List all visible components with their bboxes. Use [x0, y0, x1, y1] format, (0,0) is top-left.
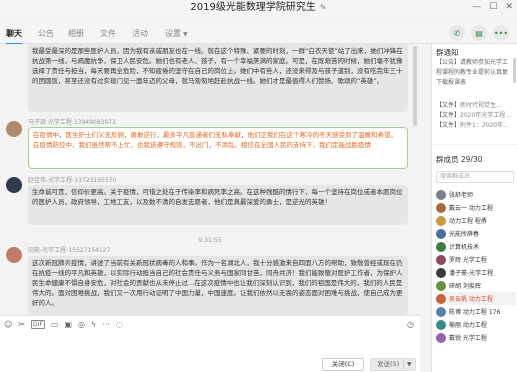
- close-button[interactable]: 关闭(C): [322, 358, 364, 371]
- title-bar: 2019级光能数理学院研究生 ✎ — ☐ ✕: [0, 0, 517, 16]
- tab-settings[interactable]: 设置 ▼: [165, 28, 188, 39]
- message-composer[interactable]: ☺ ✂ GIF ▭ ▣ ◎ ϟ ··· ◌ ◷ 关闭(C) 发送(S) ▼: [0, 315, 420, 372]
- file-item[interactable]: 【文件】附件1：2020年...: [436, 121, 514, 131]
- tab-files[interactable]: 文件: [100, 28, 116, 39]
- phone-icon[interactable]: ✆: [449, 25, 465, 41]
- history-icon[interactable]: ◷: [407, 320, 414, 329]
- avatar[interactable]: [6, 121, 22, 137]
- avatar: [436, 189, 446, 200]
- notice-title: 群通知: [436, 48, 459, 57]
- minimize-icon[interactable]: —: [472, 2, 481, 12]
- member-item[interactable]: 戴锐 光学工程: [436, 331, 516, 344]
- emoji-icon[interactable]: ☺: [4, 320, 12, 329]
- member-item[interactable]: 研胡 刘俊辉: [436, 279, 516, 292]
- tab-activity[interactable]: 活动: [132, 28, 148, 39]
- member-name: 张舒老师: [449, 192, 474, 199]
- avatar: [436, 267, 446, 278]
- message-timestamp: 9:31:55: [198, 237, 222, 244]
- member-name: 陈博 动力工程 176: [449, 309, 501, 316]
- member-item[interactable]: 吴云帆 动力工程: [436, 292, 516, 305]
- member-item[interactable]: 计算机技术: [436, 240, 516, 253]
- chat-bubble-icon[interactable]: ▤: [471, 25, 487, 41]
- window-title: 2019级光能数理学院研究生: [190, 2, 316, 13]
- member-name: 潘子豪-光学工程: [449, 270, 494, 277]
- group-info-panel: 群通知 【公告】请教师参加光学工程课程的教专业提前认真复下载报课表 【文件】新时…: [431, 44, 517, 372]
- member-item[interactable]: 陈博 动力工程 176: [436, 305, 516, 318]
- chat-history[interactable]: 我最受最深的是那些医护人员，因为我有亲戚朋友也在一线。就在这个特殊、紧要的时刻，…: [0, 44, 420, 315]
- send-button[interactable]: 发送(S) ▼: [370, 358, 416, 371]
- member-item[interactable]: 罗辉 光学工程: [436, 253, 516, 266]
- message-bubble[interactable]: 这次新冠肺炎疫情，讲述了当前有关新冠状病毒的人和事。作为一名湖北人，我十分感激来…: [28, 256, 408, 315]
- file-item[interactable]: 【文件】新时代视觉生...: [436, 101, 514, 111]
- message-bubble[interactable]: 我最受最深的是那些医护人员，因为我有亲戚朋友也在一线。就在这个特殊、紧要的时刻，…: [28, 44, 408, 112]
- tab-bar: 聊天 公告 相册 文件 活动 设置 ▼ ✆ ▤ •••: [0, 24, 517, 45]
- tab-notice[interactable]: 公告: [38, 28, 54, 39]
- window-controls: — ☐ ✕: [472, 2, 513, 12]
- notice-scrollbar[interactable]: [513, 58, 516, 83]
- chat-scrollbar[interactable]: [413, 46, 417, 126]
- member-item[interactable]: 动力工程 程勇: [436, 214, 516, 227]
- file-item[interactable]: 【文件】2020年光学工程...: [436, 111, 514, 121]
- avatar: [436, 319, 446, 330]
- member-item[interactable]: 张舒老师: [436, 188, 516, 201]
- send-button-label: 发送(S): [377, 360, 400, 368]
- group-notice[interactable]: 【公告】请教师参加光学工程课程的教专业提前认真复下载报课表: [436, 58, 508, 88]
- folder-icon[interactable]: ▭: [51, 320, 59, 329]
- avatar: [436, 293, 446, 304]
- member-item[interactable]: 榆丽 动力工程: [436, 318, 516, 331]
- member-item[interactable]: 戴云一 动力工程: [436, 201, 516, 214]
- avatar: [436, 332, 446, 343]
- avatar: [436, 202, 446, 213]
- microphone-icon[interactable]: ◎: [78, 320, 85, 329]
- member-name: 吴云帆 动力工程: [449, 296, 493, 303]
- member-name: 研胡 刘俊辉: [449, 283, 481, 290]
- avatar: [436, 228, 446, 239]
- avatar: [436, 280, 446, 291]
- sender-name[interactable]: 马子琦 光学工程 13949083973: [28, 117, 116, 126]
- member-name: 光能所薛春: [449, 231, 480, 238]
- maximize-icon[interactable]: ☐: [489, 2, 497, 12]
- avatar[interactable]: [6, 177, 22, 193]
- members-title: 群成员 29/30: [436, 155, 483, 164]
- close-icon[interactable]: ✕: [505, 2, 513, 12]
- chevron-down-icon: ▼: [183, 31, 188, 38]
- image-icon[interactable]: ▣: [64, 320, 72, 329]
- sender-name[interactable]: 旧能-光学工程-15527154127: [28, 245, 110, 254]
- member-name: 戴云一 动力工程: [449, 205, 493, 212]
- avatar: [436, 215, 446, 226]
- member-name: 动力工程 程勇: [449, 218, 487, 225]
- member-list: 张舒老师戴云一 动力工程 动力工程 程勇 光能所薛春计算机技术罗辉 光学工程 潘子豪-…: [436, 188, 516, 344]
- scissors-icon[interactable]: ✂: [18, 320, 25, 329]
- avatar[interactable]: [6, 247, 22, 263]
- tab-album[interactable]: 相册: [68, 28, 84, 39]
- send-separator: [403, 360, 404, 369]
- member-item[interactable]: 光能所薛春: [436, 227, 516, 240]
- shake-icon[interactable]: ◌: [116, 320, 123, 329]
- member-name: 戴锐 光学工程: [449, 335, 487, 342]
- file-list: 【文件】新时代视觉生... 【文件】2020年光学工程... 【文件】附件1：2…: [436, 101, 514, 131]
- member-name: 罗辉 光学工程: [449, 257, 487, 264]
- more-icon[interactable]: ···: [102, 320, 110, 329]
- member-item[interactable]: 潘子豪-光学工程: [436, 266, 516, 279]
- member-search-input[interactable]: 搜索群成员: [436, 171, 514, 183]
- composer-toolbar: ☺ ✂ GIF ▭ ▣ ◎ ϟ ··· ◌: [4, 320, 123, 329]
- member-name: 计算机技术: [449, 244, 480, 251]
- avatar: [436, 241, 446, 252]
- gif-icon[interactable]: GIF: [31, 320, 45, 329]
- sender-name[interactable]: 赵佳伟-光学工程-13723195570: [28, 175, 116, 184]
- lightning-icon[interactable]: ϟ: [91, 320, 96, 329]
- message-bubble[interactable]: 在疫情中，医生护士们义无反顾，勇敢逆行，最多平凡普通者们无私奉献，他们正我们在这…: [28, 127, 408, 169]
- more-icon[interactable]: •••: [493, 25, 509, 41]
- avatar: [436, 306, 446, 317]
- divider: [432, 144, 517, 145]
- message-bubble[interactable]: 生命诚可贵，信仰价更高。关于疫情，可惜之处在于传染率和病死率之高。在这种残酷的情…: [28, 185, 408, 225]
- avatar: [436, 254, 446, 265]
- header-actions: ✆ ▤ •••: [449, 25, 509, 41]
- chevron-down-icon[interactable]: ▼: [407, 359, 412, 370]
- pencil-icon[interactable]: ✎: [320, 3, 327, 12]
- tab-chat[interactable]: 聊天: [6, 28, 22, 45]
- tab-settings-label: 设置: [165, 29, 181, 38]
- member-name: 榆丽 动力工程: [449, 322, 487, 329]
